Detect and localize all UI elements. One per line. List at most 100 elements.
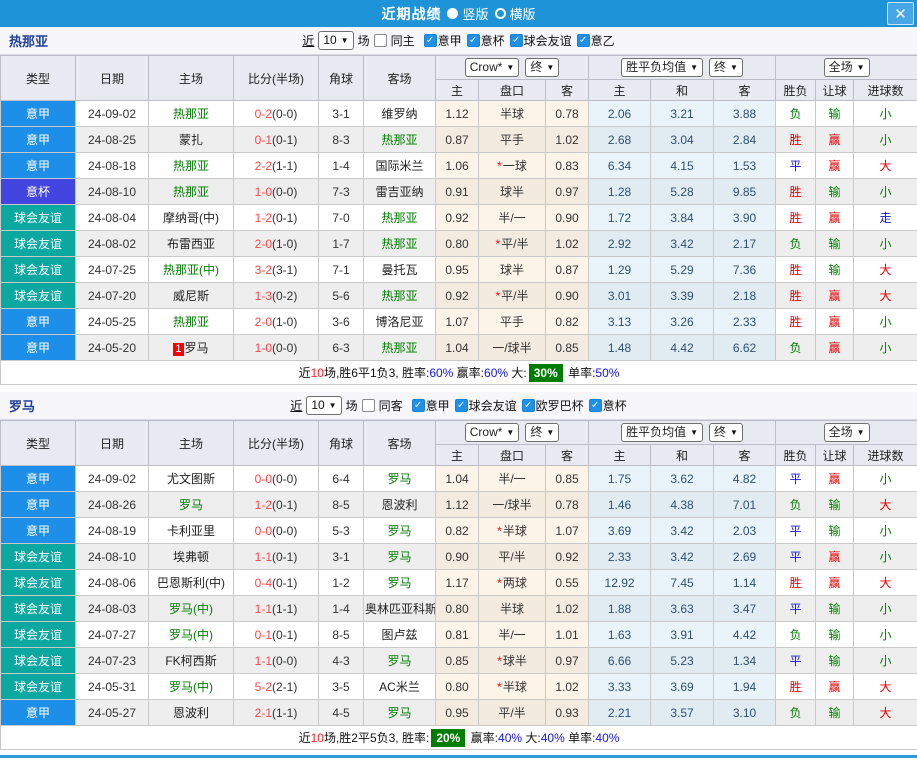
date-cell: 24-08-18 xyxy=(75,152,149,179)
away-team-name: AC米兰 xyxy=(379,680,420,694)
home-team-cell: 尤文图斯 xyxy=(148,465,234,492)
fulltime-score: 2-2 xyxy=(254,158,272,173)
header-date: 日期 xyxy=(75,55,149,101)
odds-final-select[interactable]: 终 ▼ xyxy=(525,423,560,442)
league-label: 意甲 xyxy=(425,399,450,413)
games-label: 场 xyxy=(345,399,358,413)
handicap-name: 球半 xyxy=(499,263,524,277)
avg-win-cell: 2.06 xyxy=(588,100,652,127)
league-checkbox[interactable]: ✓ xyxy=(466,34,480,47)
header-away: 客场 xyxy=(363,55,436,101)
avg-final-select[interactable]: 终 ▼ xyxy=(709,423,743,442)
league-checkbox[interactable]: ✓ xyxy=(509,34,523,47)
titlebar: 近期战绩 竖版 横版 ✕ xyxy=(0,0,917,27)
summary-part: 近 xyxy=(298,366,311,380)
halftime-score: (0-0) xyxy=(272,523,298,538)
home-team-cell: 蒙扎 xyxy=(148,126,234,153)
radio-vertical-layout[interactable]: 竖版 xyxy=(447,4,489,23)
result-wdl-cell: 胜 xyxy=(775,204,817,231)
summary-part: 场,胜6平1负3, 胜率: xyxy=(323,366,430,380)
corners-cell: 8-5 xyxy=(318,491,364,518)
handicap-cell: 平手 xyxy=(478,126,546,153)
league-checkbox[interactable]: ✓ xyxy=(411,399,425,412)
recent-label[interactable]: 近 xyxy=(302,32,314,49)
scope-select[interactable]: 全场 ▼ xyxy=(823,58,870,77)
league-checkbox[interactable]: ✓ xyxy=(576,34,590,47)
header-date: 日期 xyxy=(75,420,149,466)
handicap-cell: *半球 xyxy=(478,673,546,700)
date-cell: 24-08-19 xyxy=(75,517,149,544)
odds-company-select[interactable]: Crow* ▼ xyxy=(464,423,520,442)
date-cell: 24-08-06 xyxy=(75,569,149,596)
handicap-name: 半球 xyxy=(502,680,527,694)
result-goals-cell: 小 xyxy=(853,100,917,127)
header-result-handicap: 让球 xyxy=(815,79,855,101)
home-team-name: 热那亚 xyxy=(172,159,209,173)
avg-lose-cell: 1.34 xyxy=(713,647,777,674)
header-type: 类型 xyxy=(0,55,76,101)
match-count-select[interactable]: 10 ▼ xyxy=(306,396,342,415)
result-wdl-cell: 平 xyxy=(775,465,817,492)
scope-select[interactable]: 全场 ▼ xyxy=(823,423,870,442)
radio-horizontal-layout[interactable]: 横版 xyxy=(494,4,536,23)
date-cell: 24-05-25 xyxy=(75,308,149,335)
result-handicap-cell: 输 xyxy=(815,595,855,622)
home-team-name: 罗马(中) xyxy=(169,602,213,616)
avg-win-cell: 1.46 xyxy=(588,491,652,518)
avg-type-select[interactable]: 胜平负均值 ▼ xyxy=(621,423,704,442)
same-venue-checkbox[interactable] xyxy=(373,34,387,47)
league-type-cell: 球会友谊 xyxy=(0,647,76,674)
match-row: 球会友谊 24-08-03 罗马(中) 1-1(1-1) 1-4 奥林匹亚科斯 0.80 半球… xyxy=(0,595,917,622)
league-type-cell: 意甲 xyxy=(0,126,76,153)
summary-part: 40% xyxy=(595,731,620,745)
handicap-cell: 半/一 xyxy=(478,204,546,231)
close-button[interactable]: ✕ xyxy=(887,2,914,25)
date-cell: 24-09-02 xyxy=(75,100,149,127)
league-checkbox[interactable]: ✓ xyxy=(454,399,468,412)
home-odds-cell: 1.04 xyxy=(435,465,479,492)
star-icon: * xyxy=(497,524,502,538)
home-team-name: 埃弗顿 xyxy=(172,550,209,564)
avg-type-select[interactable]: 胜平负均值 ▼ xyxy=(621,58,704,77)
away-team-cell: 奥林匹亚科斯 xyxy=(363,595,436,622)
match-count-select[interactable]: 10 ▼ xyxy=(318,31,354,50)
header-odds-away: 客 xyxy=(544,444,590,466)
avg-draw-cell: 3.63 xyxy=(650,595,715,622)
away-team-name: 曼托瓦 xyxy=(381,263,418,277)
away-team-name: 罗马 xyxy=(387,576,412,590)
match-row: 意甲 24-05-27 恩波利 2-1(1-1) 4-5 罗马 0.95 平/半 0.93 2.2… xyxy=(0,699,917,726)
summary-part: 60% xyxy=(484,366,509,380)
same-venue-label: 同客 xyxy=(378,399,403,413)
home-team-name: 热那亚 xyxy=(172,185,209,199)
away-team-name: 热那亚 xyxy=(381,211,418,225)
away-odds-cell: 1.02 xyxy=(544,673,590,700)
league-checkbox[interactable]: ✓ xyxy=(423,34,437,47)
result-handicap-cell: 输 xyxy=(815,100,855,127)
header-handicap: 盘口 xyxy=(478,444,546,466)
radio-horizontal-label: 横版 xyxy=(509,7,536,22)
away-team-cell: 恩波利 xyxy=(363,491,436,518)
away-team-cell: 罗马 xyxy=(363,517,436,544)
result-handicap-cell: 赢 xyxy=(815,334,855,361)
away-odds-cell: 0.78 xyxy=(544,491,590,518)
avg-draw-cell: 3.21 xyxy=(650,100,715,127)
avg-final-select[interactable]: 终 ▼ xyxy=(709,58,743,77)
odds-company-select[interactable]: Crow* ▼ xyxy=(464,58,520,77)
recent-label[interactable]: 近 xyxy=(290,397,302,414)
odds-final-select[interactable]: 终 ▼ xyxy=(525,58,560,77)
avg-draw-cell: 3.57 xyxy=(650,699,715,726)
handicap-cell: *两球 xyxy=(478,569,546,596)
away-team-cell: 博洛尼亚 xyxy=(363,308,436,335)
same-venue-checkbox[interactable] xyxy=(361,399,375,412)
halftime-score: (1-1) xyxy=(272,601,298,616)
league-checkbox[interactable]: ✓ xyxy=(588,399,602,412)
result-goals-cell: 小 xyxy=(853,178,917,205)
league-label: 球会友谊 xyxy=(523,34,572,48)
fulltime-score: 0-1 xyxy=(254,132,272,147)
league-checkbox[interactable]: ✓ xyxy=(521,399,535,412)
score-cell: 1-1(1-1) xyxy=(233,595,319,622)
home-team-name: 热那亚 xyxy=(172,315,209,329)
corners-cell: 5-3 xyxy=(318,517,364,544)
header-result-handicap: 让球 xyxy=(815,444,855,466)
home-odds-cell: 0.91 xyxy=(435,178,479,205)
